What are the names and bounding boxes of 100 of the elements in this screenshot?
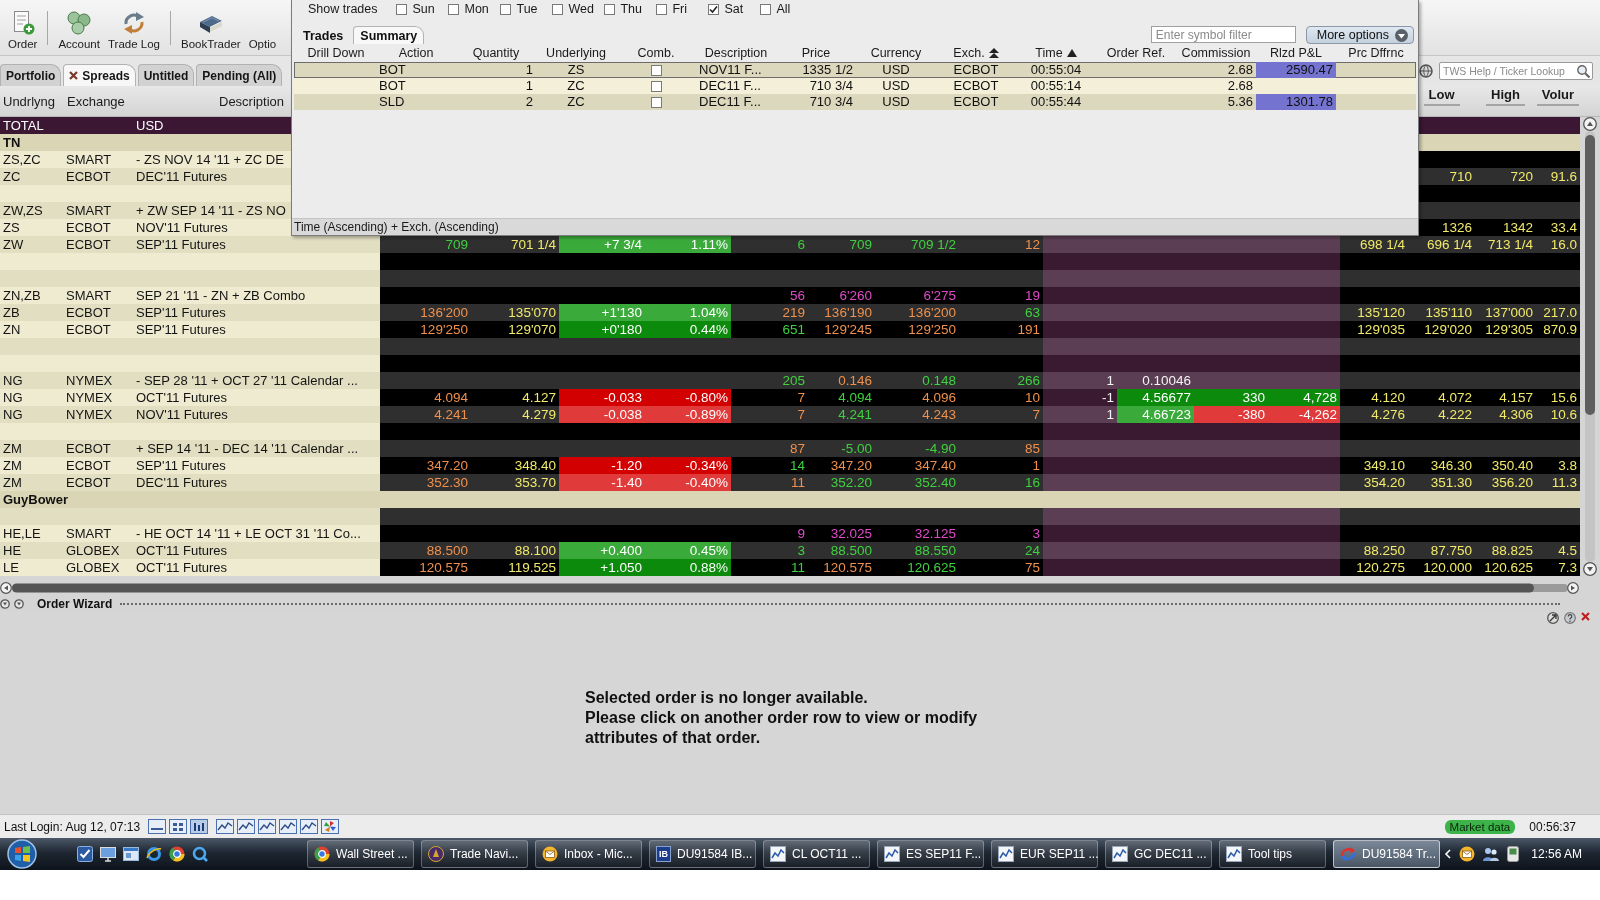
table-cell-text: USD (881, 94, 911, 110)
table-cell-text: -4.90 (924, 440, 957, 457)
checkbox[interactable] (656, 3, 668, 15)
ticker-lookup-field[interactable]: TWS Help / Ticker Lookup (1439, 62, 1593, 80)
toolbar-button[interactable]: Account (54, 2, 104, 53)
window-icon[interactable] (123, 846, 139, 862)
column-header[interactable]: Comb. (637, 46, 675, 60)
toolbar-button[interactable]: BookTrader (176, 2, 245, 53)
column-header[interactable]: Quantity (472, 46, 520, 60)
checkbox[interactable] (552, 3, 564, 15)
taskbar-button[interactable]: Trade Navi... (421, 840, 528, 868)
toolbar-button[interactable]: Order (4, 2, 42, 53)
taskbar-button[interactable]: DU91584 Tr... (1333, 840, 1440, 868)
market-data-status[interactable]: Market data (1444, 819, 1516, 834)
taskbar-button[interactable]: IB DU91584 IB... (649, 840, 756, 868)
column-header[interactable]: Exchange (67, 94, 125, 109)
symbol-filter-field[interactable]: Enter symbol filter (1150, 26, 1296, 43)
line-chart-icon[interactable] (258, 819, 277, 834)
magnifier-icon[interactable] (192, 846, 208, 862)
checkbox[interactable] (650, 96, 662, 108)
checkbox[interactable] (396, 3, 408, 15)
trade-row[interactable]: BOT 1 ZS NOV11 F... 1335 1/2 USD ECBOT 00:55:04 2.68 2590.47 (294, 62, 1416, 78)
table-cell: -0.40% (645, 474, 731, 491)
search-icon[interactable] (1577, 64, 1590, 78)
globe-icon[interactable] (1419, 64, 1433, 78)
table-cell-text: 2.68 (1226, 78, 1254, 94)
tab[interactable]: Pending (All) (196, 64, 283, 86)
tab[interactable]: Untitled (137, 64, 195, 86)
table-cell-text: 136'200 (907, 304, 957, 321)
table-cell-text: HE (2, 542, 23, 559)
table-cell-text: 6 (796, 236, 806, 253)
chevron-left-icon[interactable] (1444, 849, 1452, 859)
column-header[interactable]: Underlying (546, 46, 606, 60)
pinwheel-icon[interactable] (321, 819, 340, 834)
column-header[interactable]: Time (1035, 46, 1063, 60)
column-header[interactable]: Action (398, 46, 434, 60)
column-header[interactable]: Exch. (953, 46, 985, 60)
column-header[interactable]: Commission (1181, 46, 1251, 60)
table-cell-text: 4.127 (521, 389, 557, 406)
column-header[interactable]: High (1486, 87, 1525, 106)
checkbox[interactable] (500, 3, 512, 15)
column-header[interactable]: Prc Dffrnc (1348, 46, 1404, 60)
checkbox[interactable] (604, 3, 616, 15)
layout-icon[interactable] (148, 819, 167, 834)
toolbar-button[interactable]: Trade Log (103, 2, 164, 53)
column-header[interactable]: Currency (870, 46, 922, 60)
column-header[interactable]: Undrlyng (3, 94, 56, 109)
tab[interactable]: Trades (296, 26, 351, 44)
taskbar-button[interactable]: GC DEC11 ... (1105, 840, 1212, 868)
people-icon[interactable] (1483, 846, 1500, 862)
taskbar-button[interactable]: CL OCT11 ... (763, 840, 870, 868)
tab[interactable]: Spreads (63, 64, 136, 86)
checkbox[interactable] (650, 64, 662, 76)
tab[interactable]: Summary (353, 26, 425, 44)
envelope-icon[interactable] (1459, 846, 1476, 862)
horizontal-scrollbar[interactable] (0, 582, 1580, 594)
checkbox[interactable] (760, 3, 772, 15)
layout-icon[interactable] (169, 819, 188, 834)
table-cell: +1'130 (559, 304, 645, 321)
column-header[interactable]: Volur (1536, 87, 1580, 106)
checkbox[interactable] (448, 3, 460, 15)
table-cell-text: 4.157 (1498, 389, 1534, 406)
layout-icon[interactable] (190, 819, 209, 834)
help-icon[interactable] (1564, 612, 1576, 624)
table-cell-text: 4.306 (1498, 406, 1534, 423)
vertical-scrollbar[interactable] (1582, 117, 1598, 576)
taskbar-button[interactable]: Tool tips (1219, 840, 1326, 868)
taskbar-button[interactable]: EUR SEP11 ... (991, 840, 1098, 868)
phone-icon[interactable] (1507, 846, 1520, 862)
start-orb-icon[interactable] (7, 839, 37, 869)
line-chart-icon[interactable] (216, 819, 235, 834)
ring-icon[interactable] (146, 846, 162, 862)
line-chart-icon[interactable] (237, 819, 256, 834)
close-icon[interactable] (1581, 612, 1590, 621)
column-header[interactable]: Low (1423, 87, 1460, 106)
table-cell-text: 11 (790, 559, 806, 576)
line-chart-icon[interactable] (279, 819, 298, 834)
column-header[interactable]: Description (219, 94, 285, 109)
column-header[interactable]: Description (704, 46, 768, 60)
monitor-icon[interactable] (100, 846, 116, 862)
line-chart-icon[interactable] (300, 819, 319, 834)
taskbar-button[interactable]: ES SEP11 F... (877, 840, 984, 868)
more-options-button[interactable]: More options (1305, 26, 1414, 44)
trade-row[interactable]: BOT 1 ZC DEC11 F... 710 3/4 USD ECBOT 00:55:14 2.68 (294, 78, 1416, 94)
column-header[interactable]: Order Ref. (1106, 46, 1166, 60)
check-tile-icon[interactable] (77, 846, 93, 862)
taskbar-button[interactable]: Inbox - Mic... (535, 840, 642, 868)
table-cell-text: -1 (1101, 389, 1115, 406)
column-header[interactable]: Price (801, 46, 831, 60)
column-header[interactable]: Rlzd P&L (1269, 46, 1323, 60)
checkbox[interactable] (708, 3, 720, 15)
tab[interactable]: Portfolio (0, 64, 62, 86)
column-header[interactable]: Drill Down (307, 46, 365, 60)
taskbar-button[interactable]: Wall Street ... (307, 840, 414, 868)
toolbar-button[interactable]: Optio (244, 2, 281, 53)
close-icon[interactable] (69, 71, 79, 80)
trade-row[interactable]: SLD 2 ZC DEC11 F... 710 3/4 USD ECBOT 00:55:44 5.36 1301.78 (294, 94, 1416, 110)
circle-logo-icon[interactable] (169, 846, 185, 862)
diagonal-arrow-icon[interactable] (1547, 612, 1559, 624)
checkbox[interactable] (650, 80, 662, 92)
